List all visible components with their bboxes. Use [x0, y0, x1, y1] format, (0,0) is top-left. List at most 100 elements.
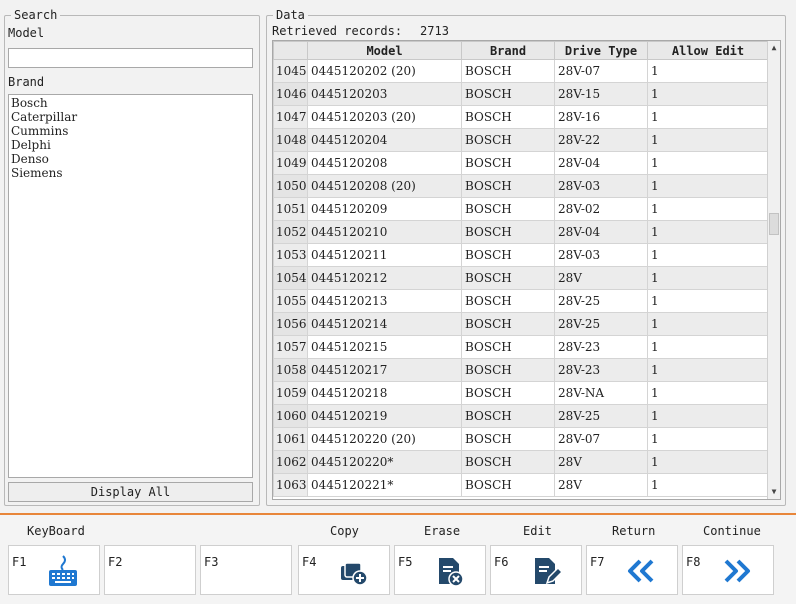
- model-cell[interactable]: 0445120217: [307, 358, 462, 382]
- row-index-cell[interactable]: 1046: [273, 82, 308, 106]
- f7-return-button[interactable]: F7: [586, 545, 678, 595]
- brand-cell[interactable]: BOSCH: [461, 266, 555, 290]
- model-cell[interactable]: 0445120209: [307, 197, 462, 221]
- row-index-cell[interactable]: 1049: [273, 151, 308, 175]
- allow-edit-cell[interactable]: 1: [647, 404, 769, 428]
- model-cell[interactable]: 0445120203: [307, 82, 462, 106]
- table-row[interactable]: 1054 0445120212 BOSCH 28V 1: [273, 266, 769, 290]
- f3-button[interactable]: F3: [200, 545, 292, 595]
- column-header-drive-type[interactable]: Drive Type: [554, 41, 648, 60]
- model-cell[interactable]: 0445120214: [307, 312, 462, 336]
- row-index-cell[interactable]: 1059: [273, 381, 308, 405]
- table-row[interactable]: 1058 0445120217 BOSCH 28V-23 1: [273, 358, 769, 382]
- drive-type-cell[interactable]: 28V: [554, 450, 648, 474]
- brand-cell[interactable]: BOSCH: [461, 473, 555, 497]
- table-row[interactable]: 1053 0445120211 BOSCH 28V-03 1: [273, 243, 769, 267]
- drive-type-cell[interactable]: 28V-02: [554, 197, 648, 221]
- allow-edit-cell[interactable]: 1: [647, 381, 769, 405]
- allow-edit-cell[interactable]: 1: [647, 312, 769, 336]
- row-index-cell[interactable]: 1056: [273, 312, 308, 336]
- drive-type-cell[interactable]: 28V-07: [554, 427, 648, 451]
- brand-item-cummins[interactable]: Cummins: [11, 125, 250, 139]
- table-row[interactable]: 1063 0445120221* BOSCH 28V 1: [273, 473, 769, 497]
- row-index-cell[interactable]: 1063: [273, 473, 308, 497]
- row-index-cell[interactable]: 1052: [273, 220, 308, 244]
- row-index-cell[interactable]: 1053: [273, 243, 308, 267]
- table-row[interactable]: 1048 0445120204 BOSCH 28V-22 1: [273, 128, 769, 152]
- brand-cell[interactable]: BOSCH: [461, 59, 555, 83]
- brand-cell[interactable]: BOSCH: [461, 404, 555, 428]
- brand-cell[interactable]: BOSCH: [461, 358, 555, 382]
- f6-edit-button[interactable]: F6: [490, 545, 582, 595]
- drive-type-cell[interactable]: 28V-25: [554, 289, 648, 313]
- row-index-cell[interactable]: 1058: [273, 358, 308, 382]
- scroll-up-icon[interactable]: ▲: [768, 41, 780, 55]
- table-row[interactable]: 1060 0445120219 BOSCH 28V-25 1: [273, 404, 769, 428]
- column-header-model[interactable]: Model: [307, 41, 462, 60]
- allow-edit-cell[interactable]: 1: [647, 358, 769, 382]
- model-cell[interactable]: 0445120211: [307, 243, 462, 267]
- allow-edit-cell[interactable]: 1: [647, 128, 769, 152]
- display-all-button[interactable]: Display All: [8, 482, 253, 502]
- brand-item-denso[interactable]: Denso: [11, 153, 250, 167]
- table-row[interactable]: 1052 0445120210 BOSCH 28V-04 1: [273, 220, 769, 244]
- model-cell[interactable]: 0445120221*: [307, 473, 462, 497]
- row-index-cell[interactable]: 1048: [273, 128, 308, 152]
- scroll-down-icon[interactable]: ▼: [768, 485, 780, 499]
- drive-type-cell[interactable]: 28V-03: [554, 174, 648, 198]
- table-row[interactable]: 1055 0445120213 BOSCH 28V-25 1: [273, 289, 769, 313]
- table-row[interactable]: 1050 0445120208 (20) BOSCH 28V-03 1: [273, 174, 769, 198]
- allow-edit-cell[interactable]: 1: [647, 243, 769, 267]
- brand-list[interactable]: Bosch Caterpillar Cummins Delphi Denso S…: [8, 94, 253, 478]
- allow-edit-cell[interactable]: 1: [647, 335, 769, 359]
- allow-edit-cell[interactable]: 1: [647, 151, 769, 175]
- brand-item-siemens[interactable]: Siemens: [11, 167, 250, 181]
- brand-cell[interactable]: BOSCH: [461, 312, 555, 336]
- brand-cell[interactable]: BOSCH: [461, 151, 555, 175]
- column-header-brand[interactable]: Brand: [461, 41, 555, 60]
- drive-type-cell[interactable]: 28V: [554, 266, 648, 290]
- drive-type-cell[interactable]: 28V-25: [554, 404, 648, 428]
- table-row[interactable]: 1057 0445120215 BOSCH 28V-23 1: [273, 335, 769, 359]
- allow-edit-cell[interactable]: 1: [647, 197, 769, 221]
- column-header-allow-edit[interactable]: Allow Edit: [647, 41, 769, 60]
- drive-type-cell[interactable]: 28V-07: [554, 59, 648, 83]
- model-cell[interactable]: 0445120215: [307, 335, 462, 359]
- f5-erase-button[interactable]: F5: [394, 545, 486, 595]
- model-cell[interactable]: 0445120218: [307, 381, 462, 405]
- row-index-cell[interactable]: 1047: [273, 105, 308, 129]
- model-cell[interactable]: 0445120208 (20): [307, 174, 462, 198]
- model-cell[interactable]: 0445120203 (20): [307, 105, 462, 129]
- allow-edit-cell[interactable]: 1: [647, 289, 769, 313]
- table-row[interactable]: 1049 0445120208 BOSCH 28V-04 1: [273, 151, 769, 175]
- allow-edit-cell[interactable]: 1: [647, 450, 769, 474]
- brand-cell[interactable]: BOSCH: [461, 174, 555, 198]
- model-cell[interactable]: 0445120202 (20): [307, 59, 462, 83]
- table-row[interactable]: 1061 0445120220 (20) BOSCH 28V-07 1: [273, 427, 769, 451]
- table-row[interactable]: 1059 0445120218 BOSCH 28V-NA 1: [273, 381, 769, 405]
- brand-cell[interactable]: BOSCH: [461, 128, 555, 152]
- row-index-cell[interactable]: 1051: [273, 197, 308, 221]
- brand-cell[interactable]: BOSCH: [461, 220, 555, 244]
- drive-type-cell[interactable]: 28V-04: [554, 220, 648, 244]
- row-index-cell[interactable]: 1057: [273, 335, 308, 359]
- table-row[interactable]: 1062 0445120220* BOSCH 28V 1: [273, 450, 769, 474]
- records-table[interactable]: Model Brand Drive Type Allow Edit 1045 04…: [272, 40, 781, 500]
- brand-cell[interactable]: BOSCH: [461, 427, 555, 451]
- drive-type-cell[interactable]: 28V-03: [554, 243, 648, 267]
- row-index-cell[interactable]: 1055: [273, 289, 308, 313]
- brand-cell[interactable]: BOSCH: [461, 381, 555, 405]
- f4-copy-button[interactable]: F4: [298, 545, 390, 595]
- table-row[interactable]: 1046 0445120203 BOSCH 28V-15 1: [273, 82, 769, 106]
- allow-edit-cell[interactable]: 1: [647, 82, 769, 106]
- allow-edit-cell[interactable]: 1: [647, 266, 769, 290]
- table-row[interactable]: 1051 0445120209 BOSCH 28V-02 1: [273, 197, 769, 221]
- allow-edit-cell[interactable]: 1: [647, 174, 769, 198]
- table-row[interactable]: 1047 0445120203 (20) BOSCH 28V-16 1: [273, 105, 769, 129]
- brand-item-delphi[interactable]: Delphi: [11, 139, 250, 153]
- brand-cell[interactable]: BOSCH: [461, 289, 555, 313]
- drive-type-cell[interactable]: 28V-16: [554, 105, 648, 129]
- allow-edit-cell[interactable]: 1: [647, 427, 769, 451]
- table-row[interactable]: 1045 0445120202 (20) BOSCH 28V-07 1: [273, 59, 769, 83]
- row-index-cell[interactable]: 1045: [273, 59, 308, 83]
